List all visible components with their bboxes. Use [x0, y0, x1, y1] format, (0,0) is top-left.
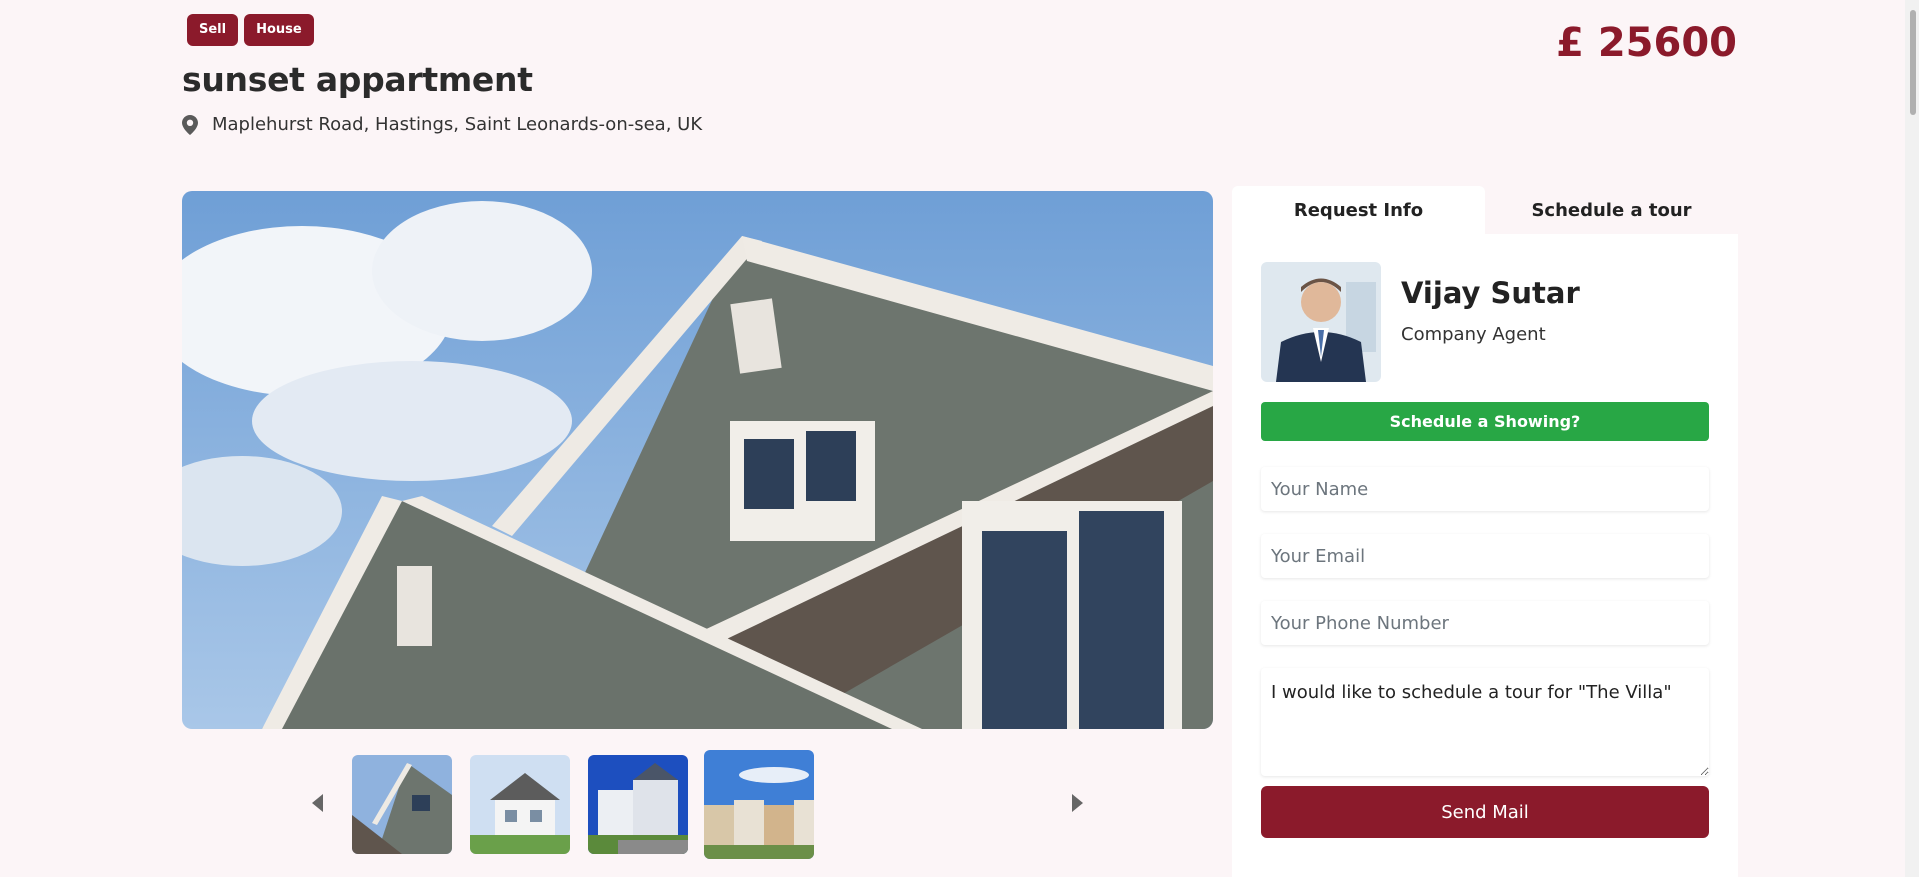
property-price: £ 25600	[1556, 20, 1737, 66]
carousel-prev-arrow-icon[interactable]	[312, 794, 323, 812]
badge-house[interactable]: House	[244, 14, 314, 46]
badge-sell[interactable]: Sell	[187, 14, 239, 46]
thumbnail-carousel	[182, 750, 1213, 860]
address-text: Maplehurst Road, Hastings, Saint Leonard…	[212, 114, 703, 135]
phone-field[interactable]	[1261, 601, 1709, 645]
message-textarea[interactable]: I would like to schedule a tour for "The…	[1261, 668, 1709, 776]
badges: Sell House	[187, 14, 314, 46]
tab-request-info[interactable]: Request Info	[1232, 186, 1485, 234]
agent-role: Company Agent	[1401, 324, 1546, 345]
main-property-photo	[182, 191, 1213, 729]
contact-panel: Request Info Schedule a tour Vijay Sutar…	[1232, 186, 1738, 877]
thumbnail-2[interactable]	[470, 755, 570, 854]
scrollbar-thumb[interactable]	[1910, 10, 1916, 115]
agent-name: Vijay Sutar	[1401, 276, 1580, 310]
panel-body: Vijay Sutar Company Agent Schedule a Sho…	[1232, 234, 1738, 877]
thumbnail-3[interactable]	[588, 755, 688, 854]
name-field[interactable]	[1261, 467, 1709, 511]
schedule-showing-button[interactable]: Schedule a Showing?	[1261, 402, 1709, 441]
property-address: Maplehurst Road, Hastings, Saint Leonard…	[182, 114, 702, 135]
thumbnail-4[interactable]	[704, 750, 814, 859]
agent-avatar	[1261, 262, 1381, 382]
send-mail-button[interactable]: Send Mail	[1261, 786, 1709, 838]
tab-schedule-tour[interactable]: Schedule a tour	[1485, 186, 1738, 234]
email-field[interactable]	[1261, 534, 1709, 578]
carousel-next-arrow-icon[interactable]	[1072, 794, 1083, 812]
map-pin-icon	[182, 114, 198, 135]
property-title: sunset appartment	[182, 60, 533, 99]
thumbnail-1[interactable]	[352, 755, 452, 854]
panel-tabs: Request Info Schedule a tour	[1232, 186, 1738, 234]
house-photo-image	[182, 191, 1213, 729]
page-scrollbar[interactable]	[1905, 0, 1919, 877]
agent-card: Vijay Sutar Company Agent	[1261, 262, 1580, 382]
